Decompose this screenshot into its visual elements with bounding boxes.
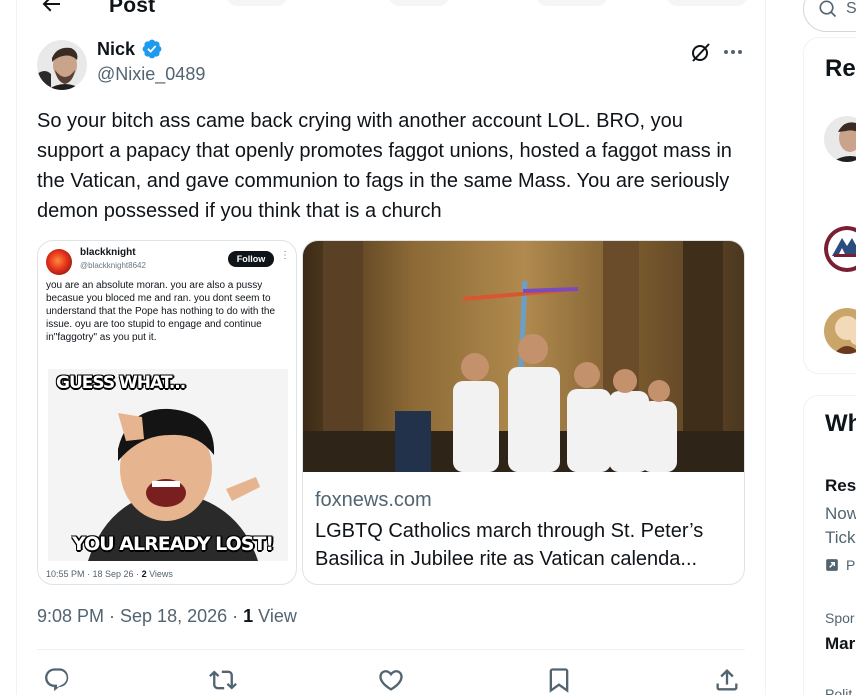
avatar[interactable] (824, 308, 856, 354)
display-name[interactable]: Nick (97, 39, 135, 60)
panel-title: Re (825, 55, 856, 82)
blurred-header-shape (667, 0, 747, 6)
panel-title: Wh (825, 410, 856, 437)
verified-badge-icon[interactable] (141, 38, 163, 60)
action-bar (37, 666, 745, 694)
user-handle[interactable]: @Nixie_0489 (97, 64, 205, 85)
avatar[interactable] (824, 226, 856, 272)
blurred-header-shape (537, 0, 607, 6)
grok-icon[interactable] (689, 40, 713, 64)
like-icon[interactable] (377, 666, 405, 694)
blurred-header-shape (389, 0, 449, 6)
post-author: Nick @Nixie_0489 (37, 38, 747, 96)
promoted-icon (826, 559, 838, 571)
search-icon (819, 0, 837, 18)
trend-title[interactable]: Res (825, 476, 856, 496)
right-sidebar: S Re Wh Res Now Tick P Spor Mar Polit (803, 0, 856, 695)
meme-caption-top: GUESS WHAT... (56, 373, 186, 393)
meme-image: GUESS WHAT... YOU ALREADY LOST! (48, 369, 288, 561)
share-icon[interactable] (713, 666, 741, 694)
link-title: LGBTQ Catholics march through St. Peter’… (315, 520, 704, 570)
sponsor-label: Spor (825, 610, 855, 626)
screenshot-meta: 10:55 PM · 18 Sep 26 · 2 Views (46, 569, 173, 579)
post-timestamp: 9:08 PM · Sep 18, 2026 · 1 View (37, 606, 297, 626)
search-placeholder: S (846, 0, 856, 17)
bookmark-icon[interactable] (545, 666, 573, 694)
post-text: So your bitch ass came back crying with … (37, 110, 732, 222)
screenshot-avatar (46, 249, 72, 275)
avatar[interactable] (37, 40, 87, 90)
screenshot-text: you are an absolute moran. you are also … (46, 280, 276, 343)
whats-happening-panel: Wh Res Now Tick P Spor Mar Polit (803, 395, 856, 695)
promoted-label: P (846, 557, 856, 573)
repost-icon[interactable] (209, 666, 237, 694)
screenshot-name: blackknight (80, 247, 136, 258)
category-label: Polit (825, 686, 853, 695)
page-title: Post (109, 0, 156, 17)
screenshot-follow-button: Follow (228, 251, 274, 267)
relevant-people-panel: Re (803, 37, 856, 374)
main-column: Post Nick @Nixie_0489 So your bitch ass … (16, 0, 766, 695)
divider (37, 649, 745, 650)
sponsor-name[interactable]: Mar (825, 634, 855, 654)
top-bar: Post (17, 0, 765, 20)
trend-line: Tick (825, 528, 856, 547)
link-card-image (303, 241, 744, 472)
link-card[interactable]: foxnews.com LGBTQ Catholics march throug… (302, 240, 745, 585)
link-domain: foxnews.com (315, 489, 432, 511)
screenshot-handle: @blackknight8642 (80, 261, 146, 270)
blurred-header-shape (227, 0, 287, 6)
screenshot-image[interactable]: blackknight @blackknight8642 Follow ⋮ yo… (37, 240, 297, 585)
trend-line: Now (825, 504, 856, 523)
meme-caption-bottom: YOU ALREADY LOST! (72, 533, 274, 555)
avatar[interactable] (824, 116, 856, 162)
search-input[interactable]: S (803, 0, 856, 32)
more-options-icon[interactable] (721, 40, 745, 64)
post-media: blackknight @blackknight8642 Follow ⋮ yo… (37, 240, 745, 585)
screenshot-more-icon: ⋮ (280, 250, 290, 261)
reply-icon[interactable] (43, 666, 71, 694)
back-arrow-icon[interactable] (39, 0, 63, 16)
